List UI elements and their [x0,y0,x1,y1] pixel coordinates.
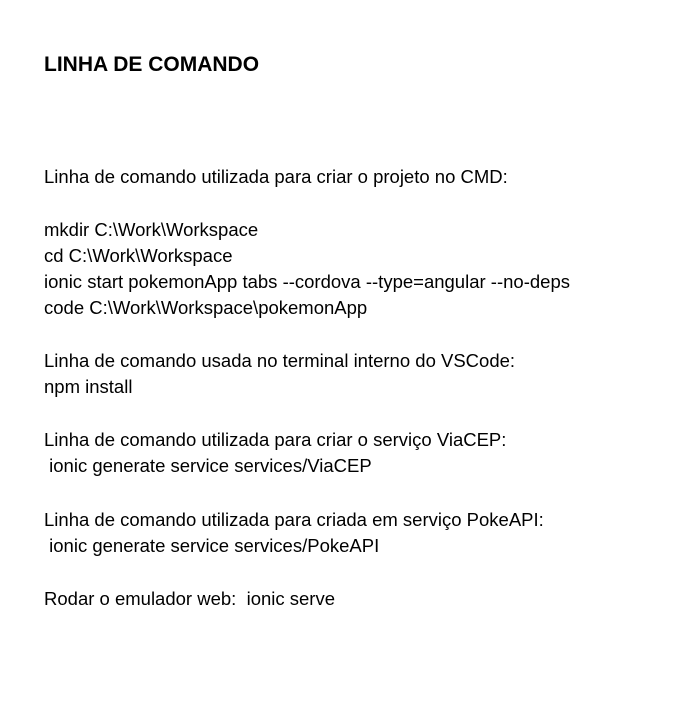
text-line-viacep-caption: Linha de comando utilizada para criar o … [44,429,507,450]
text-line-code-command: code C:\Work\Workspace\pokemonApp [44,297,368,318]
text-line-cd-command: cd C:\Work\Workspace [44,245,233,266]
text-line-ionic-start-command: ionic start pokemonApp tabs --cordova --… [44,271,570,292]
text-line-create-project-caption: Linha de comando utilizada para criar o … [44,166,508,187]
text-line-npm-install-command: npm install [44,376,133,397]
text-line-ionic-serve: Rodar o emulador web: ionic serve [44,588,336,609]
text-line-pokeapi-command: ionic generate service services/PokeAPI [44,535,380,556]
text-line-viacep-command: ionic generate service services/ViaCEP [44,455,372,476]
document-page: LINHA DE COMANDO Linha de comando utiliz… [0,0,695,702]
text-line-vscode-terminal-caption: Linha de comando usada no terminal inter… [44,350,516,371]
text-line-pokeapi-caption: Linha de comando utilizada para criada e… [44,509,544,530]
document-title: LINHA DE COMANDO [44,53,260,76]
text-line-mkdir-command: mkdir C:\Work\Workspace [44,219,259,240]
